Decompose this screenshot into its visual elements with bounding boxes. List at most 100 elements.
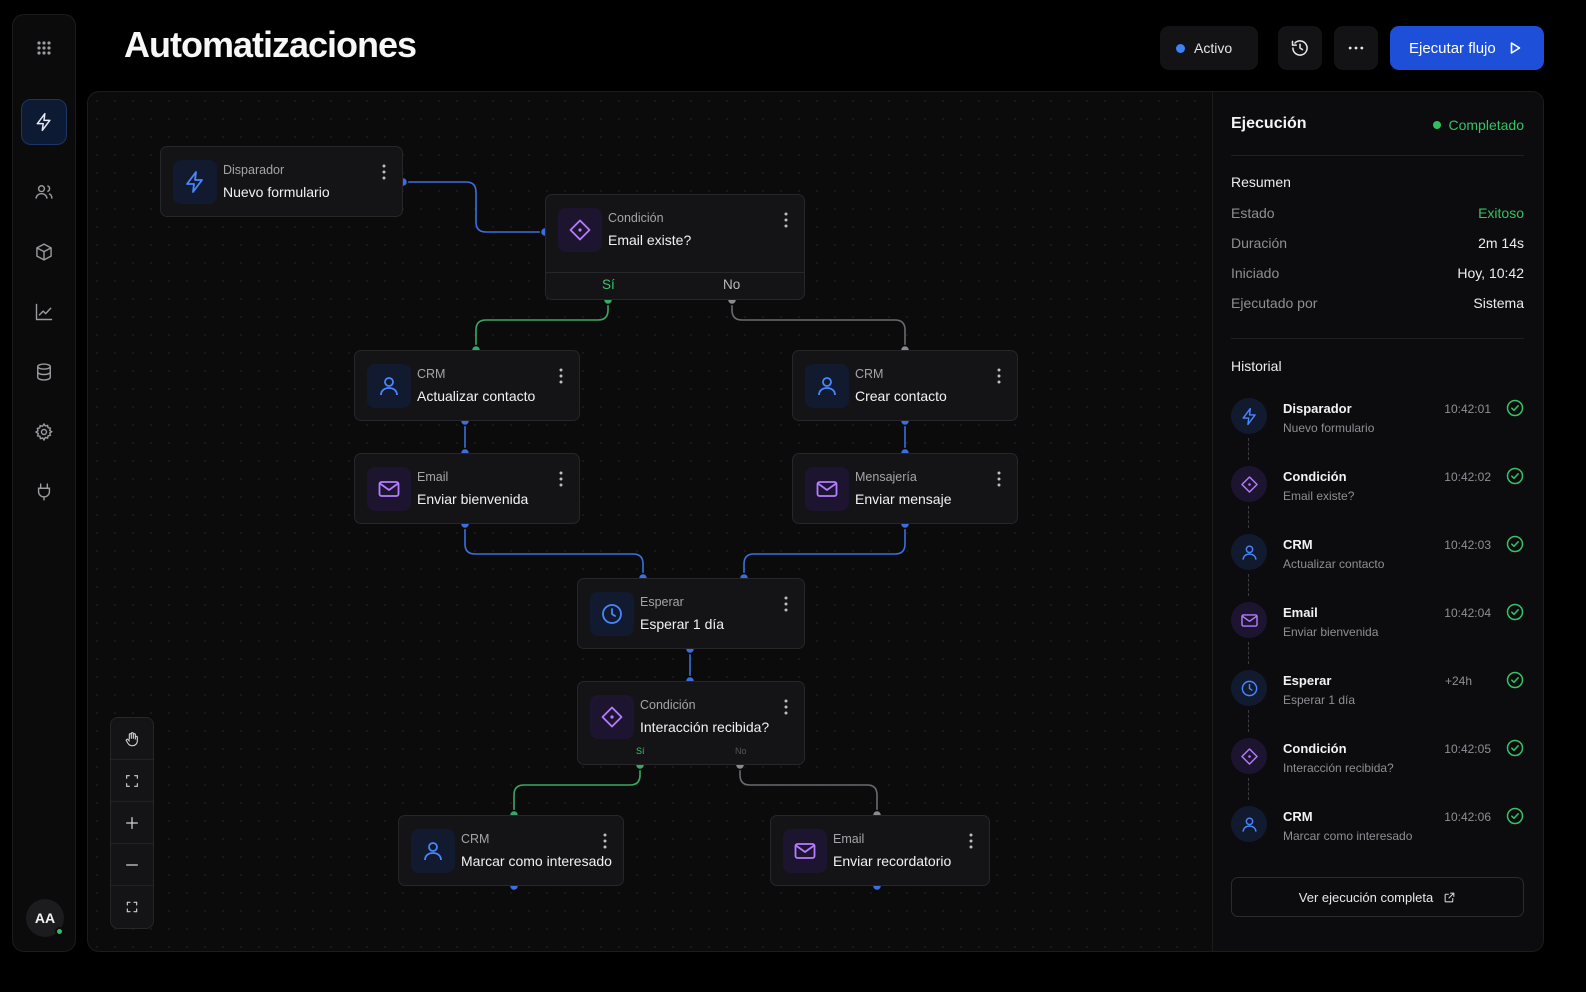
fit-view-button[interactable] [111,760,153,802]
play-icon [1510,42,1521,54]
history-item[interactable]: Disparador Nuevo formulario 10:42:01 [1231,398,1524,466]
history-icon-wrap [1231,738,1267,774]
history-item[interactable]: Condición Email existe? 10:42:02 [1231,466,1524,534]
node-menu-icon[interactable] [995,367,1003,385]
history-step-time: +24h [1444,674,1472,688]
history-step-time: 10:42:02 [1444,470,1491,484]
history-step-detail: Email existe? [1283,489,1355,503]
node-menu-icon[interactable] [601,832,609,850]
user-icon [1241,544,1257,560]
history-step-name: CRM [1283,537,1313,552]
run-flow-button[interactable]: Ejecutar flujo [1390,26,1544,70]
node-crm-create[interactable]: CRM Crear contacto [792,350,1018,421]
diamond-icon [569,219,591,241]
view-full-run-label: Ver ejecución completa [1298,889,1434,905]
history-button[interactable] [1278,26,1322,70]
node-menu-icon[interactable] [782,211,790,229]
sidebar-item-analytics[interactable] [21,289,67,335]
zoom-out-button[interactable] [111,844,153,886]
node-crm-mark[interactable]: CRM Marcar como interesado [398,815,624,886]
execution-panel: Ejecución Completado Resumen Estado Exit… [1212,91,1544,952]
user-icon [424,842,442,861]
avatar[interactable]: AA [26,899,64,937]
node-category: Email [833,832,865,846]
node-category: Mensajería [855,470,917,484]
zap-icon [1241,407,1256,425]
node-message-send[interactable]: Mensajería Enviar mensaje [792,453,1018,524]
node-menu-icon[interactable] [557,367,565,385]
sidebar-item-integrations[interactable] [21,469,67,515]
sidebar-item-settings[interactable] [21,409,67,455]
sidebar-item-users[interactable] [21,169,67,215]
history-item[interactable]: Email Enviar bienvenida 10:42:04 [1231,602,1524,670]
minus-icon [126,863,138,866]
node-email-reminder[interactable]: Email Enviar recordatorio [770,815,990,886]
node-title: Interacción recibida? [640,719,770,735]
wire-cond1-no [731,300,906,350]
node-menu-icon[interactable] [782,698,790,716]
node-menu-icon[interactable] [380,163,388,181]
node-icon-wrap [558,208,602,252]
history-step-name: Condición [1283,469,1347,484]
node-title: Enviar recordatorio [833,853,952,869]
apps-grid-button[interactable] [21,25,67,71]
node-icon-wrap [173,160,217,204]
node-category: CRM [417,367,446,381]
wire-cond2-no [739,765,878,815]
branch-no-label: No [735,746,747,756]
view-full-run-button[interactable]: Ver ejecución completa [1231,877,1524,917]
node-icon-wrap [590,592,634,636]
flow-canvas[interactable]: Disparador Nuevo formulario Condición Em… [87,91,1212,952]
node-menu-icon[interactable] [967,832,975,850]
node-icon-wrap [367,364,411,408]
status-dot [1176,43,1185,53]
node-trigger[interactable]: Disparador Nuevo formulario [160,146,403,217]
more-horizontal-icon [1348,46,1364,50]
fullscreen-button[interactable] [111,886,153,928]
node-condition-email[interactable]: Condición Email existe? Sí No [545,194,805,300]
execution-status-label: Completado [1448,117,1525,133]
summary-key: Iniciado [1231,265,1280,281]
history-item[interactable]: Esperar Esperar 1 día +24h [1231,670,1524,738]
node-title: Actualizar contacto [417,388,536,404]
node-title: Marcar como interesado [461,853,612,869]
database-icon [37,363,51,381]
node-crm-update[interactable]: CRM Actualizar contacto [354,350,580,421]
online-status-dot [55,927,64,936]
user-icon [818,377,836,396]
more-options-button[interactable] [1334,26,1378,70]
sidebar-item-products[interactable] [21,229,67,275]
grid-icon [37,41,51,55]
history-item[interactable]: CRM Marcar como interesado 10:42:06 [1231,806,1524,874]
status-dot [1432,121,1441,129]
mail-icon [816,481,838,497]
flow-status-toggle[interactable]: Activo [1160,26,1258,70]
node-condition-interaction[interactable]: Condición Interacción recibida? Sí No [577,681,805,765]
node-icon-wrap [783,829,827,873]
clock-icon [602,604,622,624]
history-item[interactable]: CRM Actualizar contacto 10:42:03 [1231,534,1524,602]
node-menu-icon[interactable] [557,470,565,488]
wire-msg-wait [743,524,906,578]
node-wait[interactable]: Esperar Esperar 1 día [577,578,805,649]
history-step-name: Condición [1283,741,1347,756]
summary-row: Ejecutado por Sistema [1231,295,1524,311]
node-menu-icon[interactable] [995,470,1003,488]
zoom-in-button[interactable] [111,802,153,844]
summary-key: Duración [1231,235,1288,251]
wire-email-wait [464,524,644,578]
node-email-welcome[interactable]: Email Enviar bienvenida [354,453,580,524]
pan-tool-button[interactable] [111,718,153,760]
summary-heading: Resumen [1231,174,1291,190]
history-step-detail: Esperar 1 día [1283,693,1356,707]
mail-icon [794,843,816,859]
node-icon-wrap [805,364,849,408]
history-step-time: 10:42:04 [1444,606,1491,620]
sidebar-item-automations[interactable] [21,99,67,145]
node-title: Enviar bienvenida [417,491,529,507]
summary-row: Duración 2m 14s [1231,235,1524,251]
sidebar-item-data[interactable] [21,349,67,395]
node-menu-icon[interactable] [782,595,790,613]
history-item[interactable]: Condición Interacción recibida? 10:42:05 [1231,738,1524,806]
history-step-name: Disparador [1283,401,1352,416]
